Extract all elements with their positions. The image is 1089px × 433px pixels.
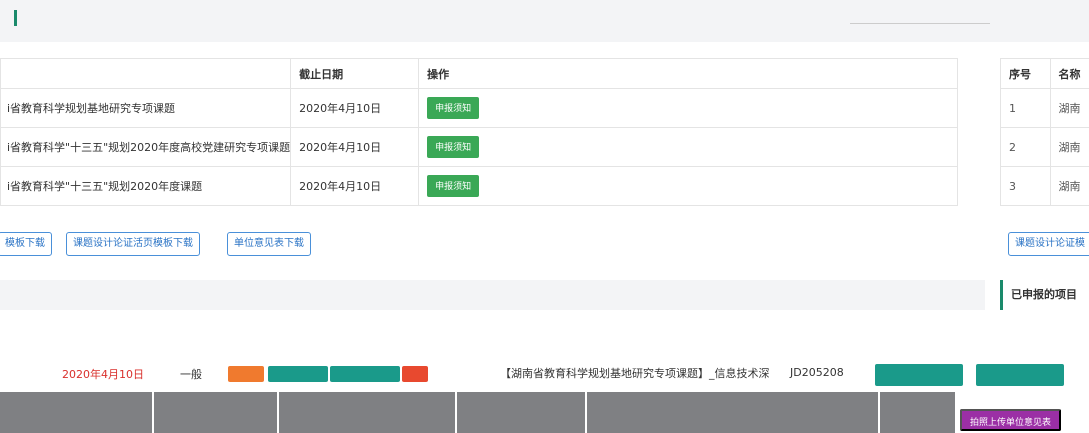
task-deadline: 2020年4月10日 [290, 166, 419, 206]
side-design-template-download-link[interactable]: 课题设计论证模 [1008, 232, 1089, 256]
applied-table-header [0, 326, 1089, 348]
col-deadline: 截止日期 [290, 58, 419, 89]
task-name: i省教育科学"十三五"规划2020年度课题 [0, 166, 291, 206]
table-row: i省教育科学"十三五"规划2020年度课题 2020年4月10日 申报须知 [0, 166, 958, 206]
action-button[interactable] [976, 364, 1064, 386]
title-accent-bar [14, 10, 17, 26]
bar-separator [277, 392, 279, 433]
applied-project-title[interactable]: 【湖南省教育科学规划基地研究专项课题】_信息技术深 [500, 365, 770, 381]
table-row: 2 湖南 [1000, 127, 1089, 167]
status-badge [268, 366, 328, 382]
top-divider [850, 23, 990, 24]
applied-project-id: JD205208 [790, 366, 844, 379]
table-row: i省教育科学规划基地研究专项课题 2020年4月10日 申报须知 [0, 88, 958, 128]
upload-opinion-button[interactable]: 拍照上传单位意见表 [960, 409, 1062, 431]
col-name [0, 58, 291, 89]
task-table-header: 截止日期 操作 [0, 58, 958, 89]
applied-row: 2020年4月10日 一般 【湖南省教育科学规划基地研究专项课题】_信息技术深 … [0, 356, 1089, 396]
task-table: 截止日期 操作 i省教育科学规划基地研究专项课题 2020年4月10日 申报须知… [0, 58, 958, 206]
task-deadline: 2020年4月10日 [290, 127, 419, 167]
task-deadline: 2020年4月10日 [290, 88, 419, 128]
bottom-gray-bar [0, 392, 955, 433]
action-button[interactable] [875, 364, 963, 386]
notice-button[interactable]: 申报须知 [427, 136, 480, 158]
status-badge [330, 366, 400, 382]
bar-separator [455, 392, 457, 433]
task-name: i省教育科学"十三五"规划2020年度高校党建研究专项课题 [0, 127, 291, 167]
template-download-link[interactable]: 模板下载 [0, 232, 52, 256]
section-header [0, 280, 985, 310]
table-row: i省教育科学"十三五"规划2020年度高校党建研究专项课题 2020年4月10日… [0, 127, 958, 167]
applied-deadline: 2020年4月10日 [62, 368, 144, 381]
table-row: 1 湖南 [1000, 88, 1089, 128]
bar-separator [878, 392, 880, 433]
unit-opinion-download-link[interactable]: 单位意见表下载 [227, 232, 311, 256]
row-title: 湖南 [1049, 166, 1089, 206]
design-template-download-link[interactable]: 课题设计论证活页模板下载 [66, 232, 200, 256]
row-title: 湖南 [1049, 88, 1089, 128]
status-badge [228, 366, 264, 382]
notice-button[interactable]: 申报须知 [427, 175, 480, 197]
col-action: 操作 [418, 58, 958, 89]
applied-level: 一般 [180, 368, 202, 381]
col-title: 名称 [1049, 58, 1089, 89]
row-no: 1 [1000, 88, 1050, 128]
side-table: 序号 名称 1 湖南 2 湖南 3 湖南 [1000, 58, 1089, 206]
col-no: 序号 [1000, 58, 1050, 89]
task-name: i省教育科学规划基地研究专项课题 [0, 88, 291, 128]
table-row: 3 湖南 [1000, 166, 1089, 206]
top-bar [0, 0, 1089, 42]
notice-button[interactable]: 申报须知 [427, 97, 480, 119]
applied-projects-title: 已申报的项目 [1000, 280, 1089, 310]
status-badge [402, 366, 428, 382]
row-title: 湖南 [1049, 127, 1089, 167]
bar-separator [152, 392, 154, 433]
row-no: 3 [1000, 166, 1050, 206]
bar-separator [585, 392, 587, 433]
row-no: 2 [1000, 127, 1050, 167]
